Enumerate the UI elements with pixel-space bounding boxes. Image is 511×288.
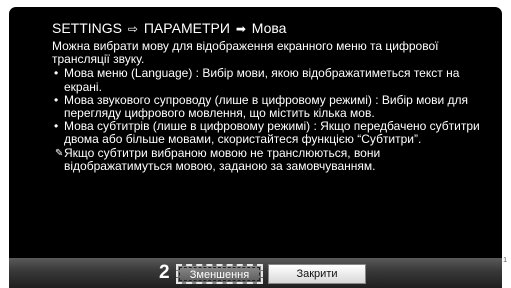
reduce-button[interactable]: Зменшення xyxy=(176,264,263,284)
title-language: Мова xyxy=(251,20,287,36)
bullet-menu-language: Мова меню (Language) : Вибір мови, якою … xyxy=(52,67,488,94)
title-parameters: ПАРАМЕТРИ xyxy=(143,20,230,36)
note-text: Якщо субтитри вибраною мовою не транслюю… xyxy=(64,145,381,173)
help-content: Можна вибрати мову для відображення екра… xyxy=(52,39,488,173)
intro-text: Можна вибрати мову для відображення екра… xyxy=(52,39,439,67)
pencil-icon: ✎ xyxy=(55,147,64,159)
bullet-subtitle-language: Мова субтитрів (лише в цифровому режимі)… xyxy=(52,120,488,147)
page-title: SETTINGS ⇨ ПАРАМЕТРИ ➡ Мова xyxy=(52,20,286,37)
step-number-label: 2 xyxy=(159,262,170,283)
corner-mark: 1 xyxy=(503,257,507,264)
solid-right-arrow-icon: ➡ xyxy=(235,22,246,36)
bullet-list: Мова меню (Language) : Вибір мови, якою … xyxy=(52,67,488,146)
bullet-audio-language: Мова звукового супроводу (лише в цифрово… xyxy=(52,93,488,120)
note: ✎ Якщо субтитри вибраною мовою не трансл… xyxy=(52,145,488,173)
hollow-right-arrow-icon: ⇨ xyxy=(127,22,138,36)
close-button[interactable]: Закрити xyxy=(268,264,366,284)
title-settings: SETTINGS xyxy=(52,20,123,36)
